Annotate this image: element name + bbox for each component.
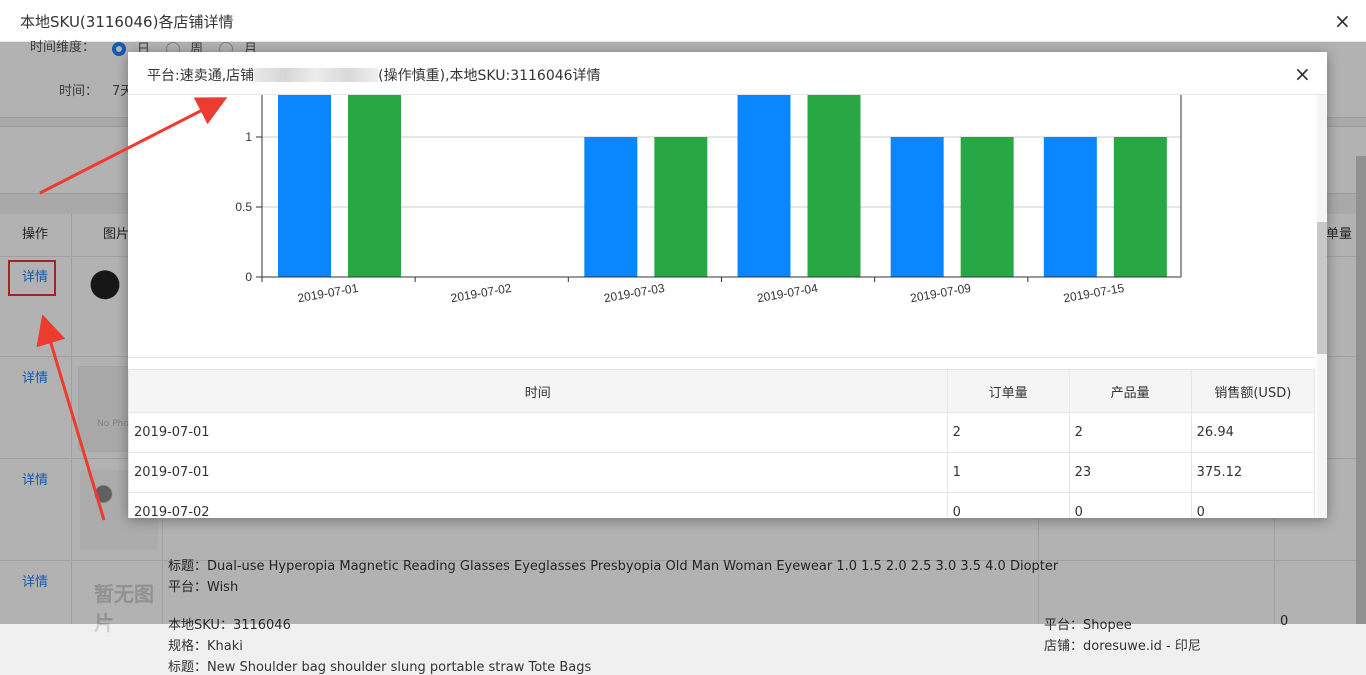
x-tick-label: 2019-07-01 (296, 281, 359, 306)
cell-orders: 0 (946, 492, 1070, 518)
redacted-store-name (254, 68, 379, 82)
table-row: 2019-07-01 1 23 375.12 (128, 452, 1316, 493)
outer-modal-title: 本地SKU(3116046)各店铺详情 (20, 13, 234, 31)
cell-products: 23 (1068, 452, 1192, 493)
bar (654, 137, 708, 277)
bar (807, 52, 861, 277)
table-row: 2019-07-02 0 0 0 (128, 492, 1316, 518)
bar-chart: 0 0.5 1 2019-07-01 2019-07-02 2019-07-03 2019-… (235, 52, 1182, 306)
bar (737, 52, 791, 277)
cell-sales: 26.94 (1190, 412, 1316, 453)
y-tick-label: 0.5 (235, 200, 252, 214)
inner-modal: 平台:速卖通,店铺 (操作慎重),本地SKU:3116046详情 × 0 0.5 1 2… (128, 52, 1327, 518)
row4-title: 标题：New Shoulder bag shoulder slung porta… (168, 660, 592, 675)
cell-products: 2 (1068, 412, 1192, 453)
x-tick-label: 2019-07-02 (450, 281, 513, 306)
cell-sales: 0 (1190, 492, 1316, 518)
y-tick-label: 0 (245, 270, 252, 284)
inner-modal-title: 平台:速卖通,店铺 (操作慎重),本地SKU:3116046详情 (147, 65, 601, 85)
cell-orders: 1 (946, 452, 1070, 493)
header-sales-usd: 销售额(USD) (1190, 369, 1316, 413)
row4-spec: 规格：Khaki (168, 639, 243, 654)
bar (890, 137, 944, 277)
x-tick-label: 2019-07-03 (603, 281, 666, 306)
chart-area: 0 0.5 1 2019-07-01 2019-07-02 2019-07-03 2019-… (128, 52, 1315, 358)
y-tick-label: 1 (245, 130, 252, 144)
table-row: 2019-07-01 2 2 26.94 (128, 412, 1316, 453)
cell-sales: 375.12 (1190, 452, 1316, 493)
outer-modal-header: 本地SKU(3116046)各店铺详情 × (0, 0, 1366, 42)
cell-time: 2019-07-01 (128, 452, 948, 493)
header-time: 时间 (128, 369, 948, 413)
x-tick-label: 2019-07-04 (756, 281, 819, 306)
bar (584, 137, 638, 277)
inner-scrollbar-thumb[interactable] (1317, 222, 1327, 354)
outer-close-icon[interactable]: × (1334, 11, 1351, 31)
cell-time: 2019-07-01 (128, 412, 948, 453)
row4-store: 店铺：doresuwe.id - 印尼 (1044, 639, 1201, 654)
x-tick-label: 2019-07-15 (1062, 281, 1125, 306)
bar (278, 52, 331, 277)
header-product-count: 产品量 (1068, 369, 1192, 413)
inner-title-prefix: 平台:速卖通,店铺 (147, 68, 255, 84)
detail-table: 时间 订单量 产品量 销售额(USD) 2019-07-01 2 2 26.94… (128, 369, 1316, 518)
bar (348, 52, 401, 277)
bar (1043, 137, 1097, 277)
inner-title-suffix: (操作慎重),本地SKU:3116046详情 (378, 68, 601, 84)
bar (960, 137, 1014, 277)
cell-time: 2019-07-02 (128, 492, 948, 518)
inner-modal-header: 平台:速卖通,店铺 (操作慎重),本地SKU:3116046详情 × (128, 52, 1327, 95)
x-tick-label: 2019-07-09 (909, 281, 972, 306)
header-order-count: 订单量 (946, 369, 1070, 413)
inner-close-icon[interactable]: × (1294, 64, 1311, 84)
cell-products: 0 (1068, 492, 1192, 518)
cell-orders: 2 (946, 412, 1070, 453)
bar (1113, 137, 1167, 277)
